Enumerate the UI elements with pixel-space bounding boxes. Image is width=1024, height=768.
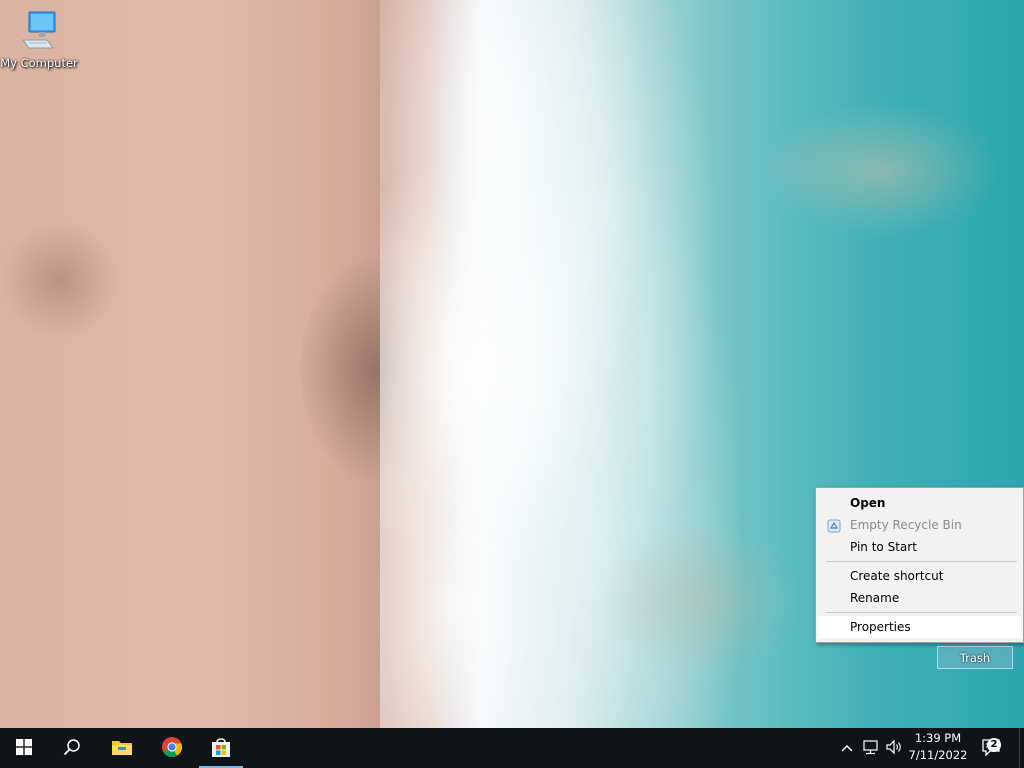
context-menu: Open Empty Recycle Bin Pin to Start Crea… bbox=[815, 487, 1024, 643]
menu-separator bbox=[826, 612, 1017, 613]
microsoft-store-button[interactable] bbox=[197, 728, 245, 768]
menu-item-label: Empty Recycle Bin bbox=[850, 518, 962, 532]
desktop-icon-my-computer[interactable]: My Computer bbox=[0, 10, 78, 70]
wallpaper-sand-streak bbox=[0, 220, 120, 340]
menu-item-rename[interactable]: Rename bbox=[818, 587, 1021, 609]
menu-item-pin-to-start[interactable]: Pin to Start bbox=[818, 536, 1021, 558]
chrome-icon bbox=[161, 736, 183, 761]
file-explorer-icon bbox=[111, 738, 133, 759]
menu-item-create-shortcut[interactable]: Create shortcut bbox=[818, 565, 1021, 587]
taskbar: 1:39 PM 7/11/2022 2 bbox=[0, 728, 1024, 768]
show-desktop-button[interactable] bbox=[1019, 728, 1024, 768]
network-button[interactable] bbox=[860, 728, 882, 768]
menu-separator bbox=[826, 561, 1017, 562]
start-icon bbox=[16, 738, 32, 758]
clock-time: 1:39 PM bbox=[914, 731, 962, 745]
start-button[interactable] bbox=[0, 728, 48, 768]
chevron-up-icon bbox=[841, 741, 853, 755]
notification-count-badge: 2 bbox=[987, 738, 1001, 752]
menu-item-properties[interactable]: Properties bbox=[818, 616, 1021, 638]
microsoft-store-icon bbox=[210, 736, 232, 761]
show-hidden-icons-button[interactable] bbox=[836, 728, 858, 768]
recycle-icon bbox=[827, 518, 841, 533]
network-icon bbox=[862, 739, 880, 758]
action-center-button[interactable]: 2 bbox=[970, 728, 1014, 768]
file-explorer-button[interactable] bbox=[98, 728, 146, 768]
computer-icon bbox=[19, 10, 59, 54]
search-button[interactable] bbox=[48, 728, 96, 768]
wallpaper-silt-lower bbox=[600, 520, 800, 680]
clock-date: 7/11/2022 bbox=[908, 748, 968, 762]
desktop-icon-label: My Computer bbox=[0, 56, 78, 70]
notification-icon: 2 bbox=[981, 738, 1003, 758]
taskbar-clock[interactable]: 1:39 PM 7/11/2022 bbox=[900, 730, 976, 766]
chrome-button[interactable] bbox=[148, 728, 196, 768]
desktop-icon-trash-label[interactable]: Trash bbox=[937, 646, 1013, 669]
menu-item-open[interactable]: Open bbox=[818, 492, 1021, 514]
search-icon bbox=[63, 738, 81, 759]
menu-item-empty-recycle-bin[interactable]: Empty Recycle Bin bbox=[818, 514, 1021, 536]
wallpaper-silt bbox=[760, 100, 1000, 240]
